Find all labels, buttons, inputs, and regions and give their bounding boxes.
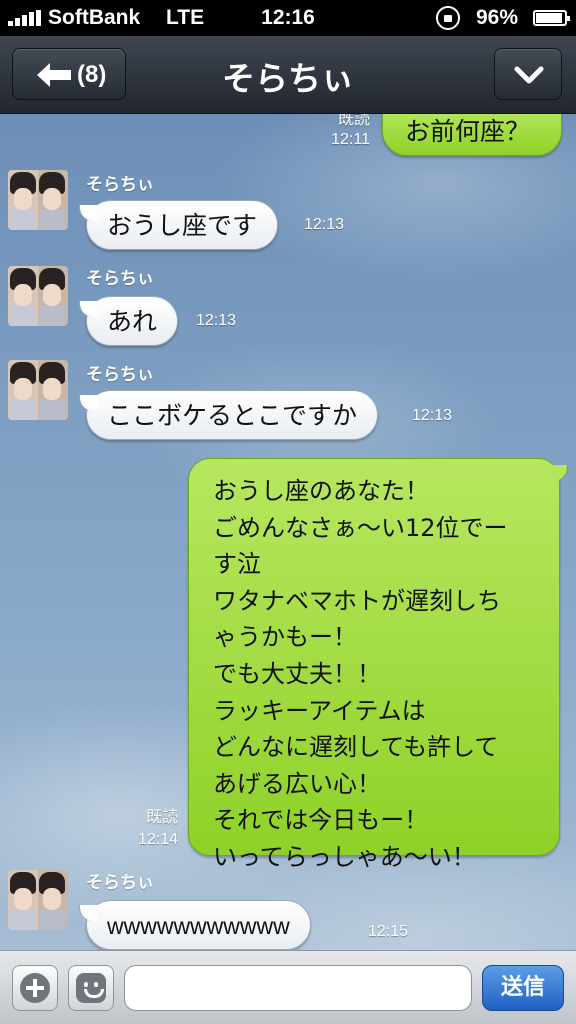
sender-name: そらちぃ	[86, 365, 154, 385]
message-time: 12:14	[137, 831, 178, 848]
message-time: 12:13	[304, 216, 345, 233]
plus-icon	[20, 973, 50, 1003]
sender-name: そらちぃ	[86, 873, 154, 893]
battery-icon	[533, 10, 570, 26]
back-arrow-icon	[37, 63, 71, 87]
message-bubble-outgoing[interactable]: お前何座？	[382, 114, 562, 156]
navigation-bar: (8) そらちぃ	[0, 36, 576, 114]
message-bubble-incoming[interactable]: おうし座です	[78, 200, 279, 250]
chevron-down-icon	[514, 66, 544, 84]
message-time: 12:13	[412, 407, 453, 424]
send-button[interactable]: 送信	[482, 965, 564, 1011]
attach-button[interactable]	[12, 965, 58, 1011]
read-receipt: 既読	[337, 114, 370, 128]
avatar[interactable]	[8, 870, 68, 930]
avatar[interactable]	[8, 266, 68, 326]
message-input-bar: 送信	[0, 950, 576, 1024]
avatar[interactable]	[8, 360, 68, 420]
chat-title: そらちぃ	[222, 59, 354, 98]
status-bar: SoftBank LTE 12:16 96%	[0, 0, 576, 36]
message-time: 12:13	[196, 312, 237, 329]
sticker-button[interactable]	[68, 965, 114, 1011]
chat-area[interactable]: 既読 12:11 お前何座？ そらちぃ おうし座です 12:13 そらちぃ あれ…	[0, 114, 576, 950]
message-input[interactable]	[124, 965, 472, 1011]
unread-count: (8)	[77, 61, 107, 88]
message-bubble-outgoing[interactable]: おうし座のあなた！ ごめんなさぁ〜い12位でー す泣 ワタナベマホトが遅刻しち …	[188, 458, 568, 871]
sender-name: そらちぃ	[86, 175, 154, 195]
message-bubble-incoming[interactable]: あれ	[78, 296, 179, 346]
sender-name: そらちぃ	[86, 269, 154, 289]
avatar[interactable]	[8, 170, 68, 230]
message-bubble-incoming[interactable]: ここボケるとこですか	[78, 390, 379, 440]
message-bubble-incoming[interactable]: wwwwwwwwwww	[79, 900, 311, 950]
message-time: 12:11	[331, 131, 370, 148]
back-button[interactable]: (8)	[12, 48, 126, 100]
battery-percentage: 96%	[476, 6, 519, 29]
rotation-lock-icon	[436, 6, 460, 30]
message-time: 12:15	[368, 923, 409, 940]
smiley-icon	[76, 973, 106, 1003]
menu-button[interactable]	[494, 48, 562, 100]
read-receipt: 既読	[145, 809, 178, 826]
